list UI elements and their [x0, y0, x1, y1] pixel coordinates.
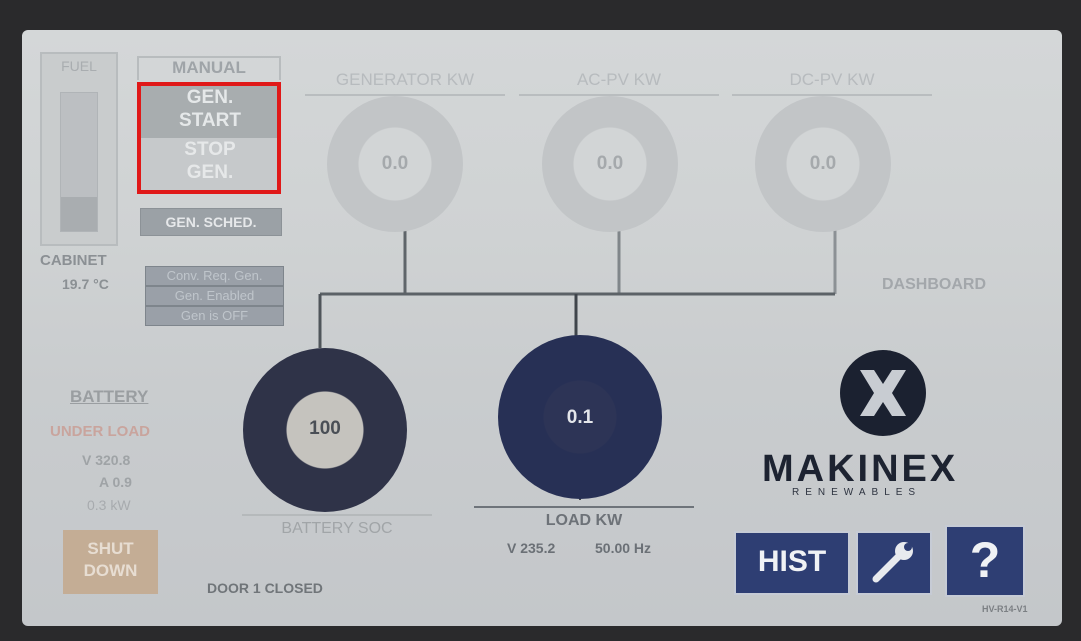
hmi-screen: FUEL MANUAL GEN. START STOP GEN. GEN. SC… [22, 30, 1062, 626]
status-conv-req-gen: Conv. Req. Gen. [145, 266, 284, 286]
hist-button[interactable]: HIST [734, 531, 850, 595]
shutdown-line2: DOWN [83, 561, 138, 580]
highlight-frame [137, 82, 281, 194]
dc-pv-kw-value: 0.0 [809, 153, 837, 174]
door-status: DOOR 1 CLOSED [207, 580, 323, 596]
status-gen-off: Gen is OFF [145, 306, 284, 326]
generator-kw-gauge: 0.0 [327, 96, 463, 232]
dashboard-label: DASHBOARD [882, 276, 986, 293]
generator-kw-value: 0.0 [381, 153, 409, 174]
battery-soc-gauge: 100 [243, 348, 407, 512]
version-label: HV-R14-V1 [982, 604, 1028, 614]
battery-current: A 0.9 [99, 474, 132, 490]
ac-pv-kw-gauge: 0.0 [542, 96, 678, 232]
shutdown-button[interactable]: SHUT DOWN [63, 530, 158, 594]
battery-voltage: V 320.8 [82, 452, 131, 468]
wrench-icon [872, 542, 913, 583]
gen-sched-button[interactable]: GEN. SCHED. [140, 208, 282, 236]
makinex-logo-icon [840, 350, 926, 436]
makinex-logo-sub: RENEWABLES [792, 487, 922, 498]
status-gen-enabled: Gen. Enabled [145, 286, 284, 306]
load-voltage: V 235.2 [507, 540, 556, 556]
help-button[interactable]: ? [945, 525, 1025, 597]
cabinet-temp: 19.7 °C [62, 276, 109, 292]
manual-label: MANUAL [137, 56, 281, 80]
fuel-label: FUEL [61, 58, 97, 74]
ac-pv-kw-value: 0.0 [596, 153, 624, 174]
battery-state: UNDER LOAD [50, 423, 150, 440]
dc-pv-kw-gauge: 0.0 [755, 96, 891, 232]
load-kw-value: 0.1 [566, 407, 594, 428]
dc-pv-kw-title: DC-PV KW [732, 70, 932, 96]
ac-pv-kw-title: AC-PV KW [519, 70, 719, 96]
battery-title: BATTERY [70, 387, 149, 406]
makinex-logo-text: MAKINEX [762, 448, 959, 490]
battery-soc-label: BATTERY SOC [242, 514, 432, 538]
load-frequency: 50.00 Hz [595, 540, 652, 556]
settings-button[interactable] [856, 531, 932, 595]
battery-soc-value: 100 [309, 418, 341, 439]
fuel-level-fill [61, 196, 97, 231]
load-kw-gauge: 0.1 [498, 335, 662, 499]
generator-kw-title: GENERATOR KW [305, 70, 505, 96]
cabinet-label: CABINET [40, 252, 107, 269]
battery-power: 0.3 kW [87, 497, 131, 513]
shutdown-line1: SHUT [87, 539, 134, 558]
fuel-gauge: FUEL [40, 52, 118, 246]
fuel-tube [60, 92, 98, 232]
load-kw-label: LOAD KW [474, 506, 694, 530]
